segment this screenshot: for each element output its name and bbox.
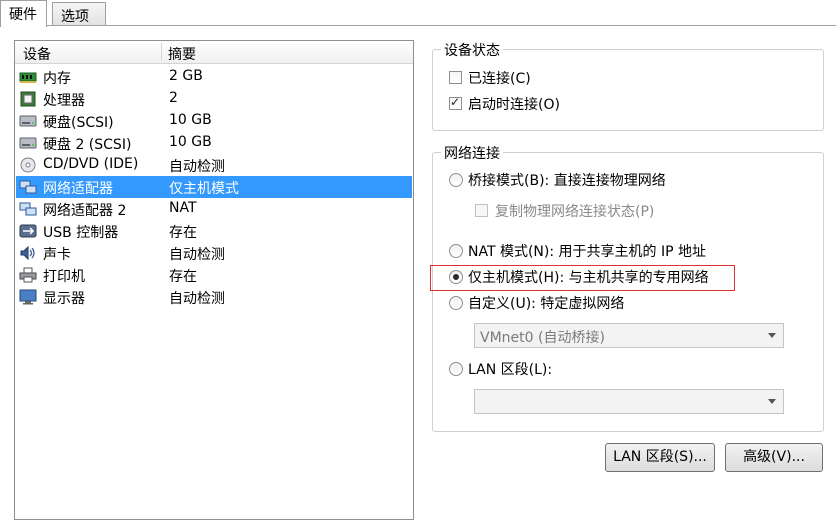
device-name: 硬盘 2 (SCSI) xyxy=(43,137,132,153)
device-name: 显示器 xyxy=(43,291,85,307)
device-summary: 2 GB xyxy=(169,68,203,84)
connect-on-start-label[interactable]: 启动时连接(O) xyxy=(468,94,560,114)
nat-label[interactable]: NAT 模式(N): 用于共享主机的 IP 地址 xyxy=(468,241,706,261)
device-name: 硬盘(SCSI) xyxy=(43,115,114,131)
device-summary: 自动检测 xyxy=(169,291,225,307)
tab-hardware[interactable]: 硬件 xyxy=(0,0,47,27)
network-adapter-icon xyxy=(19,202,37,216)
device-summary: 仅主机模式 xyxy=(169,181,239,197)
device-summary: 自动检测 xyxy=(169,247,225,263)
host-only-label[interactable]: 仅主机模式(H): 与主机共享的专用网络 xyxy=(468,267,709,287)
custom-radio[interactable] xyxy=(449,296,463,310)
device-row-usb-controller[interactable]: USB 控制器 存在 xyxy=(16,220,412,242)
device-row-hard-disk-2[interactable]: 硬盘 2 (SCSI) 10 GB xyxy=(16,132,412,154)
device-list[interactable]: 设备 摘要 内存 2 GB 处理器 2 硬盘(SCSI) 10 GB 硬盘 2 … xyxy=(14,40,414,520)
processor-icon xyxy=(20,91,36,107)
device-name: 打印机 xyxy=(43,269,85,285)
advanced-button-label: 高级(V)... xyxy=(743,449,805,465)
host-only-radio[interactable] xyxy=(449,270,463,284)
lan-segments-button-label: LAN 区段(S)... xyxy=(613,449,707,465)
sound-card-icon xyxy=(20,245,35,261)
printer-icon xyxy=(19,267,37,283)
device-summary: 存在 xyxy=(169,225,197,241)
device-row-sound-card[interactable]: 声卡 自动检测 xyxy=(16,242,412,264)
column-separator[interactable] xyxy=(161,43,162,61)
display-icon xyxy=(19,289,37,305)
device-row-memory[interactable]: 内存 2 GB xyxy=(16,66,412,88)
device-summary: 存在 xyxy=(169,269,197,285)
device-status-group: 设备状态 xyxy=(432,40,824,131)
connected-label[interactable]: 已连接(C) xyxy=(468,68,531,88)
device-row-hard-disk[interactable]: 硬盘(SCSI) 10 GB xyxy=(16,110,412,132)
hard-disk-icon xyxy=(19,115,37,127)
device-row-processor[interactable]: 处理器 2 xyxy=(16,88,412,110)
lan-segment-radio[interactable] xyxy=(449,362,463,376)
tab-strip-divider xyxy=(0,25,836,26)
device-summary: 10 GB xyxy=(169,112,212,128)
network-adapter-icon xyxy=(19,180,37,194)
device-row-network-adapter-2[interactable]: 网络适配器 2 NAT xyxy=(16,198,412,220)
device-row-display[interactable]: 显示器 自动检测 xyxy=(16,286,412,308)
device-list-header: 设备 摘要 xyxy=(15,41,413,64)
device-status-title: 设备状态 xyxy=(441,40,503,60)
nat-radio[interactable] xyxy=(449,244,463,258)
device-name: 内存 xyxy=(43,71,71,87)
replicate-state-label[interactable]: 复制物理网络连接状态(P) xyxy=(495,201,654,221)
device-name: 处理器 xyxy=(43,93,85,109)
device-row-network-adapter[interactable]: 网络适配器 仅主机模式 xyxy=(16,176,412,198)
chevron-down-icon xyxy=(768,399,776,404)
tab-strip: 硬件 选项 xyxy=(0,0,836,27)
custom-label[interactable]: 自定义(U): 特定虚拟网络 xyxy=(468,293,624,313)
device-summary: NAT xyxy=(169,200,197,216)
cd-dvd-icon xyxy=(20,157,36,173)
tab-hardware-label: 硬件 xyxy=(9,7,37,23)
connect-on-start-checkbox[interactable] xyxy=(449,95,462,110)
column-header-summary[interactable]: 摘要 xyxy=(168,44,196,64)
replicate-state-checkbox[interactable] xyxy=(475,204,488,217)
custom-network-value: VMnet0 (自动桥接) xyxy=(480,330,605,346)
connected-checkbox[interactable] xyxy=(449,71,462,84)
column-header-device[interactable]: 设备 xyxy=(23,44,51,64)
chevron-down-icon xyxy=(768,333,776,338)
tab-options[interactable]: 选项 xyxy=(52,2,106,25)
device-name: 网络适配器 2 xyxy=(43,203,127,219)
network-connection-title: 网络连接 xyxy=(441,143,503,163)
lan-segment-select[interactable] xyxy=(474,389,784,414)
lan-segments-button[interactable]: LAN 区段(S)... xyxy=(605,443,715,472)
custom-network-select[interactable]: VMnet0 (自动桥接) xyxy=(474,323,784,348)
bridged-radio[interactable] xyxy=(449,173,463,187)
advanced-button[interactable]: 高级(V)... xyxy=(725,443,823,472)
bridged-label[interactable]: 桥接模式(B): 直接连接物理网络 xyxy=(468,170,666,190)
device-name: 网络适配器 xyxy=(43,181,113,197)
device-summary: 10 GB xyxy=(169,134,212,150)
lan-segment-label[interactable]: LAN 区段(L): xyxy=(468,359,552,379)
tab-options-label: 选项 xyxy=(61,9,89,25)
device-name: 声卡 xyxy=(43,247,71,263)
device-name: USB 控制器 xyxy=(43,225,119,241)
device-row-printer[interactable]: 打印机 存在 xyxy=(16,264,412,286)
device-summary: 自动检测 xyxy=(169,159,225,175)
hard-disk-icon xyxy=(19,137,37,149)
memory-icon xyxy=(19,72,37,83)
device-row-cd-dvd[interactable]: CD/DVD (IDE) 自动检测 xyxy=(16,154,412,176)
device-summary: 2 xyxy=(169,90,178,106)
usb-icon xyxy=(19,224,37,238)
device-name: CD/DVD (IDE) xyxy=(43,156,139,172)
